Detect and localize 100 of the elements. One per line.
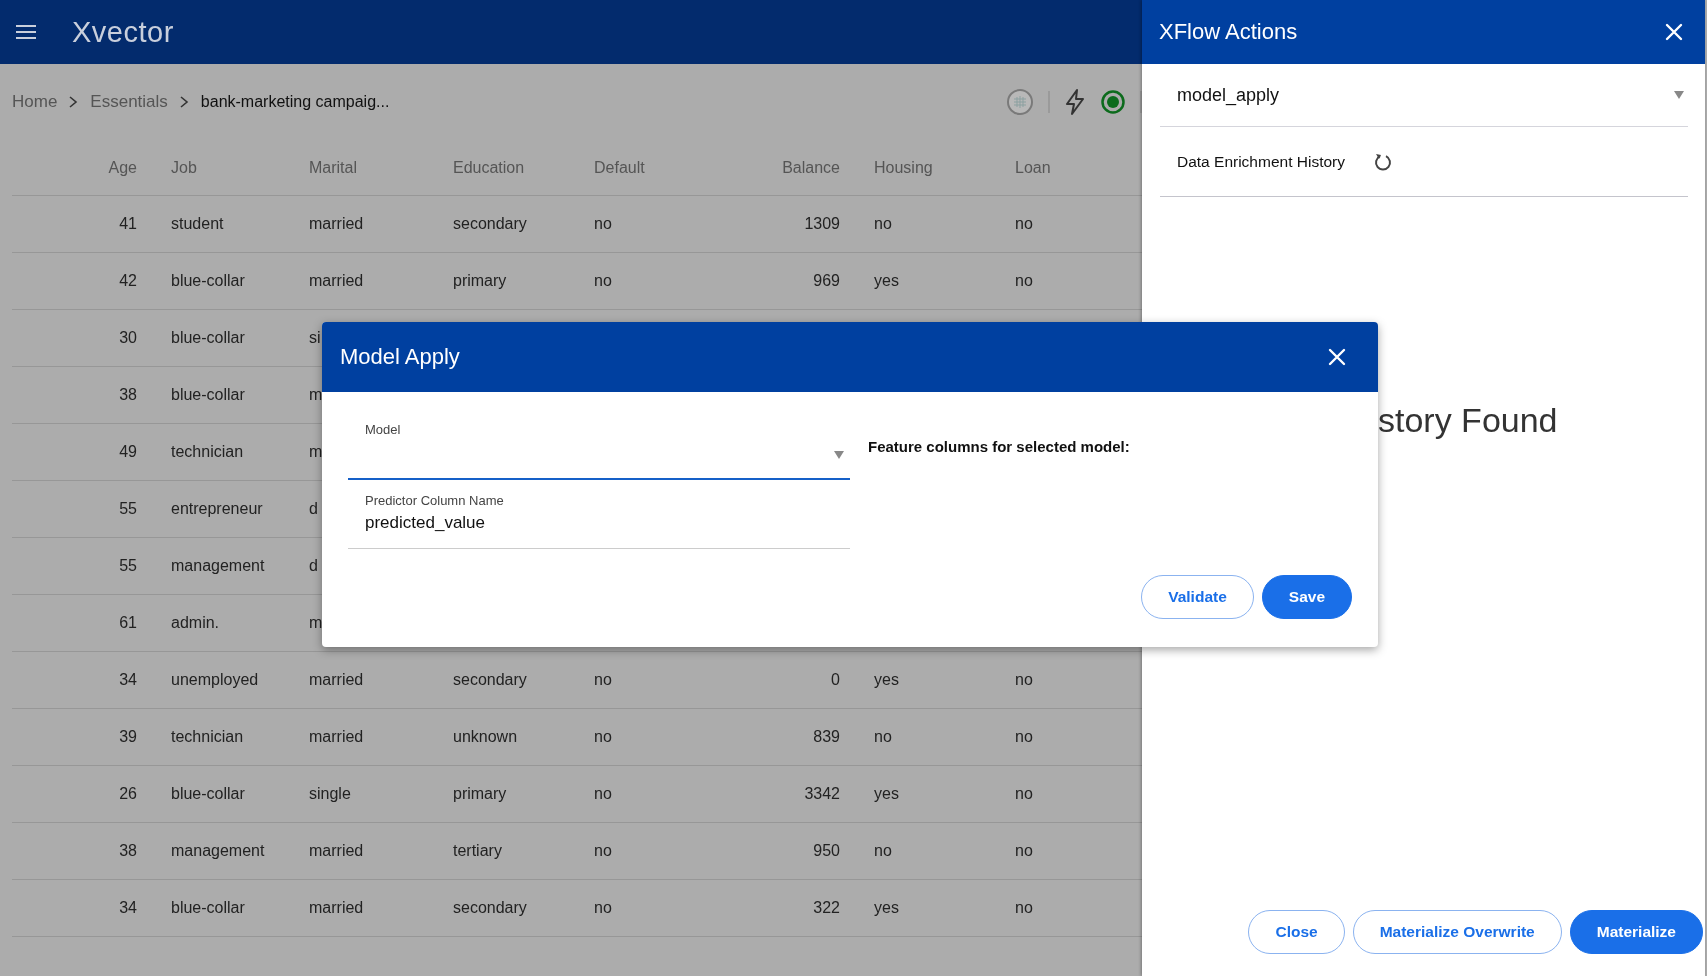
- column-header[interactable]: Housing: [874, 158, 933, 176]
- empty-message: story Found: [1378, 401, 1558, 439]
- action-dropdown[interactable]: model_apply: [1160, 64, 1688, 127]
- section-heading: Feature columns for selected model:: [868, 438, 1130, 455]
- table-cell: no: [1015, 899, 1033, 916]
- table-cell: married: [309, 215, 364, 232]
- table-cell: no: [594, 215, 612, 232]
- table-cell: no: [1015, 728, 1033, 745]
- table-cell: no: [594, 842, 612, 859]
- table-cell: si: [309, 329, 321, 346]
- dropdown-caret-icon: [834, 451, 844, 459]
- table-cell: d: [309, 557, 318, 574]
- table-cell: student: [171, 215, 224, 232]
- table-cell: unknown: [453, 728, 518, 745]
- column-header[interactable]: Age: [108, 158, 137, 176]
- table-cell: secondary: [453, 899, 527, 916]
- app-logo: Xvector: [72, 15, 174, 49]
- model-select[interactable]: Model: [348, 392, 850, 480]
- table-cell: blue-collar: [171, 272, 245, 289]
- action-button[interactable]: Validate: [1141, 575, 1254, 619]
- table-cell: no: [1015, 272, 1033, 289]
- table-cell: no: [594, 728, 612, 745]
- table-cell: yes: [874, 671, 899, 688]
- table-cell: no: [1015, 215, 1033, 232]
- table-cell: entrepreneur: [171, 500, 263, 517]
- table-cell: 39: [119, 728, 137, 745]
- table-cell: technician: [171, 443, 244, 460]
- dropdown-caret-icon: [1674, 91, 1684, 99]
- menu-icon[interactable]: [16, 24, 36, 40]
- table-cell: d: [309, 500, 318, 517]
- table-cell: yes: [874, 785, 899, 802]
- table-cell: no: [1015, 785, 1033, 802]
- table-cell: 839: [813, 728, 840, 745]
- table-cell: blue-collar: [171, 386, 245, 403]
- table-cell: 969: [813, 272, 840, 289]
- table-cell: no: [594, 899, 612, 916]
- table-cell: yes: [874, 899, 899, 916]
- lightning-icon[interactable]: [1064, 89, 1086, 115]
- table-cell: 34: [119, 671, 137, 688]
- table-cell: no: [874, 728, 892, 745]
- table-cell: married: [309, 272, 364, 289]
- table-cell: no: [594, 272, 612, 289]
- table-cell: 34: [119, 899, 137, 916]
- column-header[interactable]: Loan: [1015, 158, 1051, 176]
- action-button[interactable]: Close: [1248, 910, 1345, 954]
- table-cell: blue-collar: [171, 899, 245, 916]
- column-header[interactable]: Job: [171, 158, 197, 176]
- table-cell: single: [309, 785, 351, 802]
- table-cell: married: [309, 728, 364, 745]
- column-header[interactable]: Marital: [309, 158, 357, 176]
- column-header[interactable]: Balance: [782, 158, 840, 176]
- table-cell: 61: [119, 614, 137, 631]
- table-cell: primary: [453, 785, 507, 802]
- table-cell: m: [309, 386, 323, 403]
- close-icon[interactable]: [1328, 348, 1346, 366]
- table-cell: m: [309, 443, 323, 460]
- table-cell: no: [1015, 671, 1033, 688]
- table-cell: no: [1015, 842, 1033, 859]
- table-cell: primary: [453, 272, 507, 289]
- input-field[interactable]: predicted_value: [365, 513, 844, 533]
- table-cell: no: [594, 671, 612, 688]
- table-cell: 26: [119, 785, 137, 802]
- status-icon[interactable]: [1100, 89, 1126, 115]
- table-cell: no: [874, 215, 892, 232]
- table-cell: yes: [874, 272, 899, 289]
- refresh-icon[interactable]: [1373, 151, 1393, 172]
- table-cell: 55: [119, 557, 137, 574]
- section-label: Data Enrichment History: [1177, 152, 1345, 171]
- table-cell: 950: [813, 842, 840, 859]
- breadcrumb-link[interactable]: Home: [12, 92, 58, 112]
- panel-title: XFlow Actions: [1159, 19, 1298, 45]
- table-cell: married: [309, 899, 364, 916]
- action-button[interactable]: Materialize Overwrite: [1352, 910, 1562, 954]
- action-button[interactable]: Materialize: [1569, 910, 1703, 954]
- table-cell: 322: [813, 899, 840, 916]
- column-header[interactable]: Default: [594, 158, 645, 176]
- table-cell: no: [874, 842, 892, 859]
- breadcrumb-link[interactable]: bank-marketing campaig...: [200, 93, 390, 111]
- table-cell: married: [309, 671, 364, 688]
- table-cell: 49: [119, 443, 137, 460]
- table-cell: technician: [171, 728, 244, 745]
- table-cell: blue-collar: [171, 329, 245, 346]
- table-cell: tertiary: [453, 842, 502, 859]
- table-cell: management: [171, 842, 265, 859]
- table-cell: no: [594, 785, 612, 802]
- table-cell: 55: [119, 500, 137, 517]
- table-cell: admin.: [171, 614, 220, 631]
- close-icon[interactable]: [1665, 23, 1683, 41]
- table-cell: married: [309, 842, 364, 859]
- table-cell: secondary: [453, 671, 527, 688]
- column-header[interactable]: Education: [453, 158, 525, 176]
- table-cell: 42: [119, 272, 137, 289]
- dialog-title: Model Apply: [340, 344, 460, 370]
- action-button[interactable]: Save: [1261, 575, 1352, 619]
- table-cell: 38: [119, 842, 137, 859]
- table-cell: 38: [119, 386, 137, 403]
- table-cell: 0: [831, 671, 840, 688]
- table-cell: m: [309, 614, 323, 631]
- breadcrumb-link[interactable]: Essentials: [90, 92, 168, 112]
- chevron-icon: [69, 96, 79, 108]
